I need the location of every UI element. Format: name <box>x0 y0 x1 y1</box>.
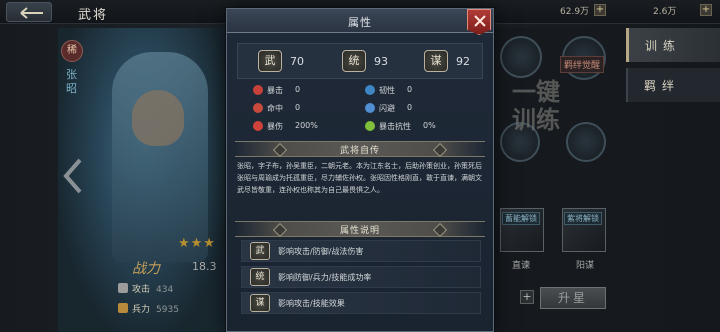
tab-bond[interactable]: 羁绊 <box>626 68 720 102</box>
crit-resist-icon <box>365 121 375 131</box>
page-title: 武将 <box>78 8 109 23</box>
strategy-seal-icon: 谋 <box>424 50 448 72</box>
skill-slot-2-name: 紫将解锁 <box>564 212 602 225</box>
power-label: 战力 <box>132 261 160 277</box>
resource-b-add-button[interactable]: + <box>700 4 712 16</box>
add-button[interactable]: + <box>520 290 534 304</box>
tab-training[interactable]: 训练 <box>626 28 720 62</box>
attr-hit: 命中 0 <box>253 103 300 114</box>
skill-slot-2-caption: 阳谋 <box>576 261 595 271</box>
command-seal-icon: 统 <box>342 50 366 72</box>
resource-b-amount: 2.6万 <box>653 7 677 17</box>
attr-crit-resist: 暴击抗性 0% <box>365 121 436 132</box>
explain-row-martial: 武 影响攻击/防御/战法伤害 <box>241 240 481 262</box>
crit-icon <box>253 85 263 95</box>
one-click-train-button[interactable]: 一键训练 <box>512 78 570 138</box>
back-button[interactable] <box>6 2 52 22</box>
modal-title: 属性 <box>348 16 372 29</box>
explain-row-strategy: 谋 影响攻击/技能效果 <box>241 292 481 314</box>
resource-a-add-button[interactable]: + <box>594 4 606 16</box>
core-attr-martial: 武 70 <box>258 50 304 72</box>
bio-text: 张昭，字子布，孙吴重臣，二朝元老。本为江东名士，后助孙策创业，孙策死后张昭与周瑜… <box>237 162 482 194</box>
core-attr-strategy: 谋 92 <box>424 50 470 72</box>
core-attributes: 武 70 统 93 谋 92 <box>237 43 483 79</box>
hero-rarity-badge: 稀 <box>61 40 83 62</box>
bio-section-header: 武将自传 <box>235 141 485 157</box>
command-seal-icon: 统 <box>250 268 270 286</box>
hero-face-image <box>132 90 184 146</box>
attributes-modal: 属性 武 70 统 93 谋 92 暴击 0 命中 0 暴伤 200% 韧性 0 闪避 0 暴击… <box>226 8 494 332</box>
explain-section-header: 属性说明 <box>235 221 485 237</box>
martial-seal-icon: 武 <box>258 50 282 72</box>
troops-icon <box>118 303 128 313</box>
upgrade-star-button[interactable]: 升星 <box>540 287 606 309</box>
hero-stat-troops: 兵力 5935 <box>118 302 179 315</box>
hero-figure-image <box>112 52 208 262</box>
close-icon <box>474 15 486 27</box>
hit-icon <box>253 103 263 113</box>
emblem-left-icon <box>500 36 542 78</box>
core-attr-command: 统 93 <box>342 50 388 72</box>
hero-stars: ★★★ <box>178 236 216 251</box>
resource-a-amount: 62.9万 <box>560 7 590 17</box>
explain-row-command: 统 影响防御/兵力/技能成功率 <box>241 266 481 288</box>
dodge-icon <box>365 103 375 113</box>
attr-crit-damage: 暴伤 200% <box>253 121 318 132</box>
skill-slot-1-caption: 直谏 <box>512 261 531 271</box>
martial-seal-icon: 武 <box>250 242 270 260</box>
prev-hero-arrow-icon[interactable] <box>62 158 84 194</box>
bio-box: 张昭，字子布，孙吴重臣，二朝元老。本为江东名士，后助孙策创业，孙策死后张昭与周瑜… <box>237 160 483 228</box>
close-button[interactable] <box>467 9 491 35</box>
skill-slot-1-name: 蓄能解锁 <box>502 212 540 225</box>
attr-dodge: 闪避 0 <box>365 103 412 114</box>
emblem-label: 羁绊觉醒 <box>560 56 605 73</box>
attr-toughness: 韧性 0 <box>365 85 412 96</box>
toughness-icon <box>365 85 375 95</box>
modal-header: 属性 <box>227 9 493 35</box>
sword-icon <box>118 283 128 293</box>
emblem-bottom-right-icon <box>566 122 606 162</box>
hero-stat-attack: 攻击 434 <box>118 282 173 295</box>
power-value: 18.3 <box>192 260 217 273</box>
attr-crit: 暴击 0 <box>253 85 300 96</box>
hero-name: 张昭 <box>66 68 77 95</box>
back-arrow-icon <box>20 7 43 19</box>
crit-damage-icon <box>253 121 263 131</box>
strategy-seal-icon: 谋 <box>250 294 270 312</box>
